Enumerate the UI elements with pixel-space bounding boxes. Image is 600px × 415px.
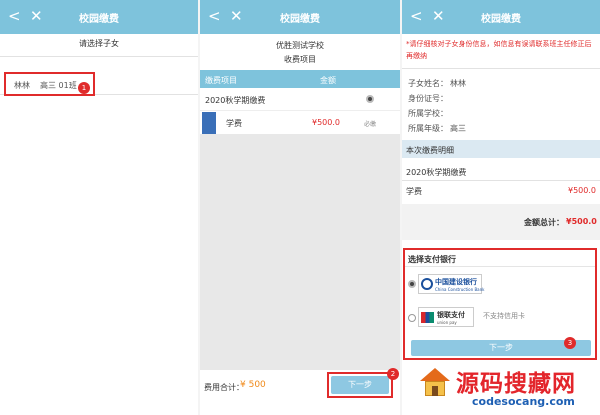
school-label: 所属学校： [408, 109, 448, 118]
fee-group-row[interactable]: 2020秋学期缴费 [200, 88, 400, 110]
ccb-logo-icon [421, 278, 433, 290]
page-title: 校园缴费 [79, 14, 119, 25]
unionpay-sub: union pay [437, 320, 457, 325]
ccb-name: 中国建设银行 [435, 278, 477, 286]
unionpay-name: 银联支付 [437, 311, 465, 319]
school-name: 优胜测试学校 [276, 41, 324, 50]
select-child-prompt: 请选择子女 [79, 39, 119, 48]
unionpay-logo-icon [421, 312, 434, 323]
ccb-sub: China Construction Bank [435, 287, 485, 292]
nav-bar: < ✕ 校园缴费 [200, 0, 400, 34]
step-badge-1: 1 [78, 82, 90, 94]
unionpay-option[interactable]: 银联支付 union pay [418, 307, 474, 327]
radio-selected-icon[interactable] [366, 95, 374, 103]
child-class: 高三 01班 [40, 81, 77, 90]
next-button[interactable]: 下一步 [331, 376, 389, 394]
fee-subtitle: 收费项目 [284, 55, 316, 64]
watermark: 源码搜藏网 codesocang.com [416, 362, 600, 415]
nav-bar: < ✕ 校园缴费 [402, 0, 600, 34]
total-value: ¥500.0 [566, 217, 597, 226]
detail-group: 2020秋学期缴费 [406, 168, 467, 177]
credit-card-note: 不支持信用卡 [483, 312, 525, 320]
item-selected-marker [202, 112, 216, 134]
name-value: 林林 [450, 79, 466, 88]
total-label: 金额总计： [524, 218, 564, 227]
ccb-bank-option[interactable]: 中国建设银行 China Construction Bank [418, 274, 485, 294]
radio-selected-icon[interactable] [408, 280, 416, 288]
detail-header: 本次缴费明细 [402, 140, 600, 158]
fee-item-amount: ¥500.0 [312, 118, 340, 127]
watermark-title: 源码搜藏网 [456, 371, 576, 397]
page-title: 校园缴费 [481, 14, 521, 25]
total-bar: 金额总计： ¥500.0 [402, 204, 600, 240]
bank-header: 选择支付银行 [408, 255, 456, 264]
child-name: 林林 [14, 81, 30, 90]
divider [402, 180, 600, 181]
grade-label: 所属年级： [408, 124, 448, 133]
fee-item-name: 学费 [226, 119, 242, 128]
total-label: 费用合计： [204, 383, 244, 392]
school-header: 优胜测试学校 收费项目 [200, 34, 400, 70]
fee-item-row[interactable]: 学费 ¥500.0 必缴 [200, 110, 400, 134]
col-item: 缴费项目 [205, 76, 237, 85]
divider [405, 266, 595, 267]
detail-header-label: 本次缴费明细 [406, 146, 454, 155]
fee-group-label: 2020秋学期缴费 [205, 96, 266, 105]
fee-items-screen: < ✕ 校园缴费 优胜测试学校 收费项目 缴费项目 金额 2020秋学期缴费 学… [200, 0, 400, 415]
step-badge-2: 2 [387, 368, 399, 380]
required-tag: 必缴 [364, 121, 377, 128]
grade-value: 高三 [450, 124, 466, 133]
col-amount: 金额 [320, 76, 336, 85]
divider [402, 68, 600, 69]
house-logo-icon [420, 368, 450, 398]
nav-bar: < ✕ 校园缴费 [0, 0, 198, 34]
select-child-screen: < ✕ 校园缴费 请选择子女 林林 高三 01班 1 [0, 0, 198, 415]
radio-unselected-icon[interactable] [408, 314, 416, 322]
table-header: 缴费项目 金额 [200, 70, 400, 88]
detail-item-name: 学费 [406, 187, 422, 196]
name-label: 子女姓名： [408, 79, 448, 88]
total-value: ¥ 500 [240, 380, 266, 390]
page-title: 校园缴费 [280, 14, 320, 25]
watermark-url: codesocang.com [472, 395, 575, 408]
detail-item-amount: ¥500.0 [568, 186, 596, 195]
id-label: 身份证号： [408, 94, 448, 103]
divider [0, 56, 198, 57]
verify-notice: *请仔细核对子女身份信息，如信息有误请联系班主任修正后再缴纳 [406, 40, 592, 60]
step-badge-3: 3 [564, 337, 576, 349]
payment-confirm-screen: < ✕ 校园缴费 *请仔细核对子女身份信息，如信息有误请联系班主任修正后再缴纳 … [402, 0, 600, 415]
